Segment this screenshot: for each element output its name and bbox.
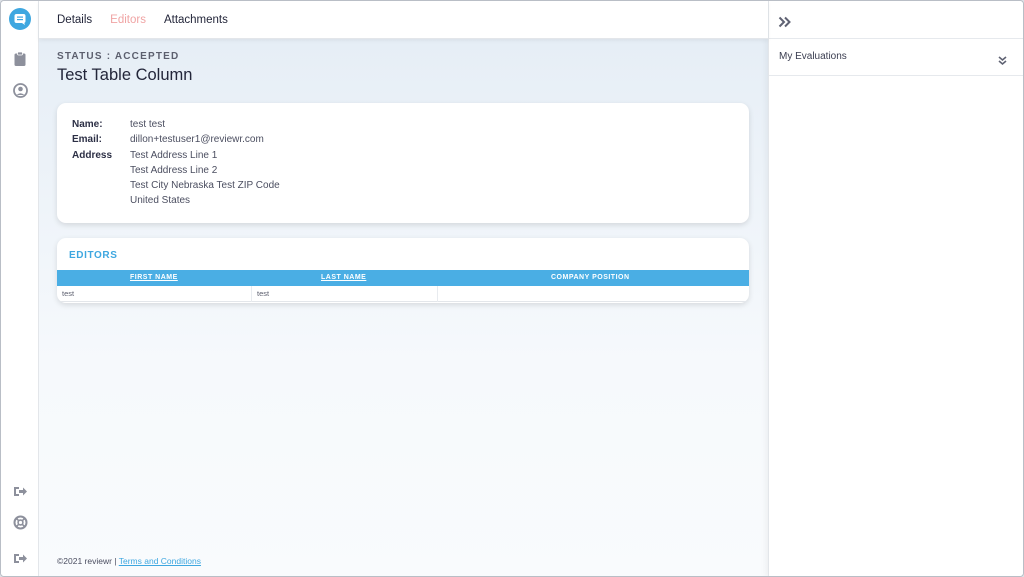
table-row[interactable]: test test (57, 286, 749, 302)
logo-chat-icon[interactable] (9, 8, 31, 30)
address-line-4: United States (130, 195, 191, 206)
evaluations-panel: My Evaluations (768, 1, 1023, 576)
address-line-2: Test Address Line 2 (130, 165, 218, 176)
double-chevron-down-icon[interactable] (998, 51, 1007, 70)
clipboard-icon[interactable] (1, 48, 39, 70)
email-value: dillon+testuser1@reviewr.com (130, 134, 264, 145)
status-label: STATUS : ACCEPTED (57, 51, 180, 62)
user-circle-icon[interactable] (1, 79, 39, 101)
editors-section-title: EDITORS (69, 250, 118, 261)
page-title: Test Table Column (57, 66, 193, 84)
applicant-info-card: Name: test test Email: dillon+testuser1@… (57, 103, 749, 223)
app-window: Details Editors Attachments STATUS : ACC… (0, 0, 1024, 577)
email-label: Email: (72, 134, 103, 145)
address-line-3: Test City Nebraska Test ZIP Code (130, 180, 280, 191)
name-label: Name: (72, 119, 103, 130)
address-line-1: Test Address Line 1 (130, 150, 218, 161)
sign-out-icon[interactable] (1, 480, 39, 502)
column-divider (251, 286, 252, 302)
email-row: Email: (72, 134, 102, 145)
tab-bar: Details Editors Attachments (39, 1, 768, 39)
column-header-last-name[interactable]: LAST NAME (321, 274, 366, 281)
column-divider (437, 286, 438, 302)
double-chevron-right-icon[interactable] (778, 13, 792, 32)
cell-last-name: test (257, 289, 270, 298)
address-row: Address (72, 150, 112, 161)
name-row: Name: (72, 119, 103, 130)
name-value: test test (130, 119, 166, 130)
tab-attachments[interactable]: Attachments (164, 14, 228, 26)
my-evaluations-label: My Evaluations (779, 51, 847, 62)
footer-separator: | (114, 556, 117, 566)
left-rail (1, 1, 39, 576)
editors-table-header: FIRST NAME LAST NAME COMPANY POSITION (57, 270, 749, 286)
editors-card: EDITORS FIRST NAME LAST NAME COMPANY POS… (57, 238, 749, 303)
main-content: STATUS : ACCEPTED Test Table Column Name… (39, 39, 768, 576)
terms-link[interactable]: Terms and Conditions (119, 556, 201, 566)
footer: ©2021 reviewr | Terms and Conditions (57, 556, 201, 566)
tab-details[interactable]: Details (57, 14, 92, 26)
lifebuoy-icon[interactable] (1, 511, 39, 533)
column-header-company-position: COMPANY POSITION (551, 274, 630, 281)
address-label: Address (72, 150, 113, 161)
logout-icon[interactable] (1, 547, 39, 569)
tab-editors[interactable]: Editors (110, 14, 146, 26)
cell-first-name: test (62, 289, 75, 298)
copyright-text: ©2021 reviewr (57, 556, 112, 566)
panel-header (769, 1, 1023, 39)
column-header-first-name[interactable]: FIRST NAME (130, 274, 178, 281)
my-evaluations-section[interactable]: My Evaluations (769, 39, 1023, 76)
